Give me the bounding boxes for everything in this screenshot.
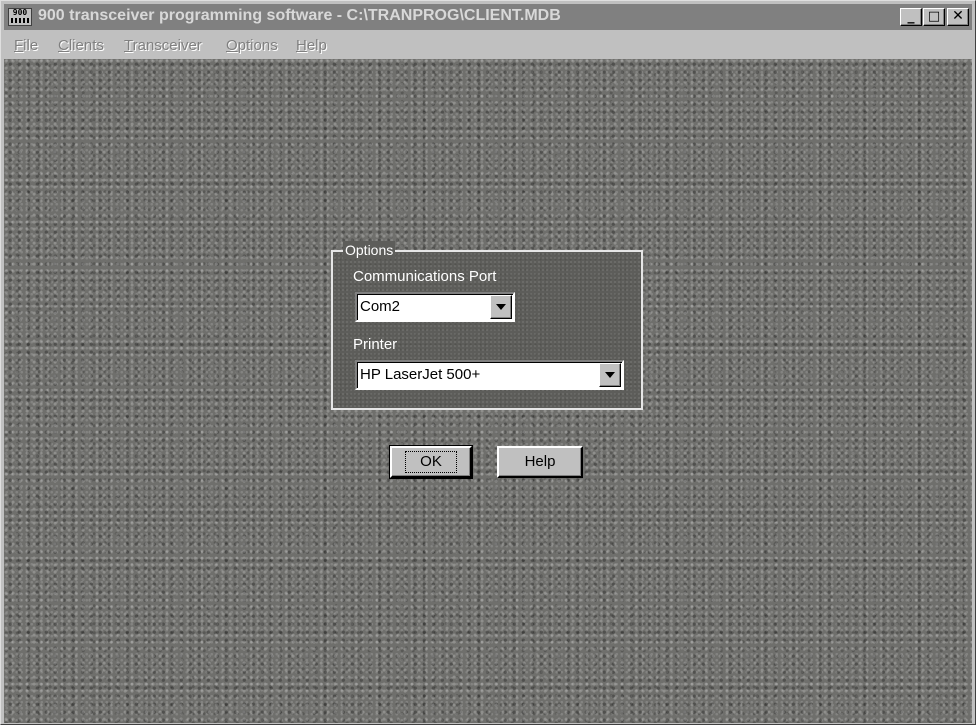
comm-port-select[interactable]: Com2 <box>355 292 515 322</box>
menu-file[interactable]: File <box>14 37 38 54</box>
options-group-label: Options <box>343 241 396 259</box>
client-area: Options Communications Port Com2 Printer… <box>4 59 972 723</box>
app-icon[interactable]: 900 <box>8 8 32 26</box>
comm-port-label: Communications Port <box>353 268 497 285</box>
close-button[interactable]: ✕ <box>947 8 969 26</box>
app-icon-text: 900 <box>12 8 28 17</box>
printer-select[interactable]: HP LaserJet 500+ <box>355 360 624 390</box>
printer-value: HP LaserJet 500+ <box>360 366 481 383</box>
comm-port-value: Com2 <box>360 298 401 315</box>
menu-transceiver[interactable]: Transceiver <box>124 37 202 54</box>
printer-label: Printer <box>353 336 398 353</box>
minimize-button[interactable]: _ <box>900 8 922 26</box>
menu-options[interactable]: Options <box>226 37 278 54</box>
title-bar[interactable]: 900 900 transceiver programming software… <box>4 4 972 30</box>
menu-help[interactable]: Help <box>296 37 327 54</box>
menu-clients[interactable]: Clients <box>58 37 104 54</box>
maximize-button[interactable]: □ <box>923 8 945 26</box>
menu-bar: File Clients Transceiver Options Help <box>4 31 972 57</box>
chevron-down-icon[interactable] <box>599 363 621 387</box>
options-group: Options Communications Port Com2 Printer… <box>331 241 643 410</box>
ok-button[interactable]: OK <box>389 445 473 479</box>
app-window: 900 900 transceiver programming software… <box>0 0 976 725</box>
ok-button-label: OK <box>405 451 457 473</box>
window-title: 900 transceiver programming software - C… <box>38 7 561 24</box>
keypad-icon <box>11 18 29 23</box>
help-button[interactable]: Help <box>497 446 583 478</box>
chevron-down-icon[interactable] <box>490 295 512 319</box>
